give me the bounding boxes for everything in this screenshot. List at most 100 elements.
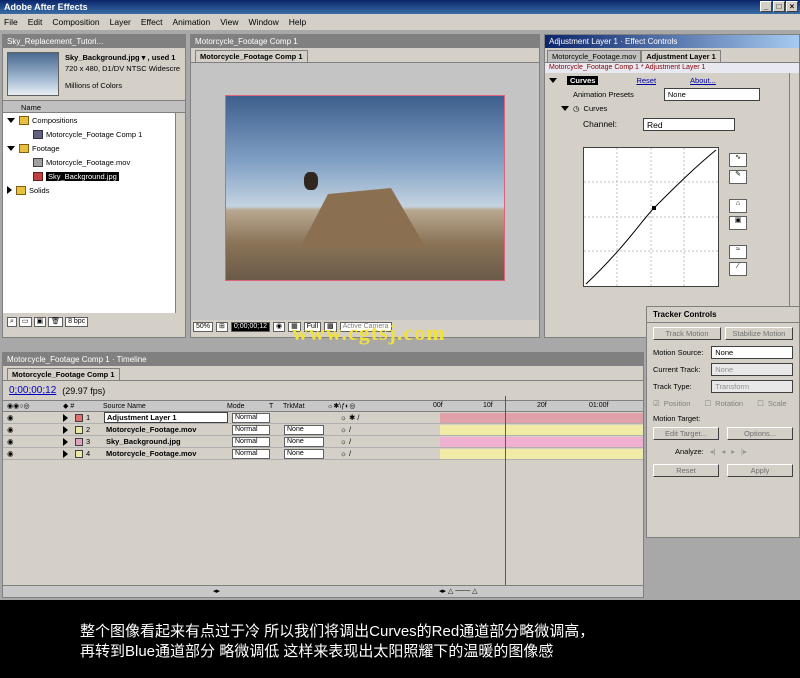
tab-comp[interactable]: Motorcycle_Footage Comp 1 — [195, 50, 308, 62]
file-name[interactable]: Sky_Background.jpg ▾ , used 1 — [65, 52, 180, 63]
scale-checkbox[interactable]: ☐ — [757, 399, 764, 408]
analyze-back-frame-icon[interactable]: ◂| — [710, 447, 716, 456]
label-color[interactable] — [75, 437, 83, 446]
menu-file[interactable]: File — [4, 17, 18, 27]
menu-edit[interactable]: Edit — [28, 17, 43, 27]
analyze-forward-frame-icon[interactable]: |▸ — [741, 447, 747, 456]
curve-tool-icon[interactable]: ∿ — [729, 153, 747, 167]
trkmat-dropdown[interactable]: None — [284, 424, 324, 435]
tab-timeline-comp[interactable]: Motorcycle_Footage Comp 1 — [7, 368, 120, 380]
playhead[interactable] — [505, 396, 506, 596]
motion-source-dropdown[interactable]: None — [711, 346, 793, 359]
disclosure-icon[interactable] — [549, 77, 557, 83]
layer-duration-bar[interactable] — [440, 412, 643, 423]
menu-effect[interactable]: Effect — [141, 17, 163, 27]
tab-motorcycle-footage[interactable]: Motorcycle_Footage.mov — [547, 50, 642, 62]
disclosure-icon[interactable] — [63, 413, 68, 422]
timeline-current-time[interactable]: 0;00;00;12 — [9, 385, 56, 396]
source-name-header[interactable]: Source Name — [103, 403, 227, 410]
track-type-dropdown[interactable]: Transform — [711, 380, 793, 393]
menu-composition[interactable]: Composition — [52, 17, 99, 27]
eye-icon[interactable]: ◉ — [3, 413, 63, 422]
project-scrollbar[interactable] — [175, 113, 185, 313]
layer-duration-bar[interactable] — [440, 424, 643, 435]
layer-switches-icon[interactable]: ☼ ✱ / — [340, 413, 440, 422]
layer-row[interactable]: ◉ 4 Motorcycle_Footage.mov Normal None ☼… — [3, 448, 643, 460]
current-track-dropdown[interactable]: None — [711, 363, 793, 376]
tracker-apply-button[interactable]: Apply — [727, 464, 793, 477]
disclosure-icon[interactable] — [7, 186, 12, 194]
tracker-title[interactable]: Tracker Controls — [647, 307, 799, 323]
menu-window[interactable]: Window — [249, 17, 279, 27]
layer-name[interactable]: Adjustment Layer 1 — [104, 412, 228, 423]
list-item[interactable]: Footage — [3, 141, 185, 155]
trash-icon[interactable]: 🗑 — [48, 317, 64, 327]
menu-help[interactable]: Help — [289, 17, 306, 27]
comp-panel-title[interactable]: Motorcycle_Footage Comp 1 — [191, 35, 539, 48]
analyze-backward-icon[interactable]: ◂ — [722, 447, 726, 456]
mode-dropdown[interactable]: Normal — [232, 424, 270, 435]
analyze-forward-icon[interactable]: ▸ — [731, 447, 735, 456]
label-color[interactable] — [75, 449, 83, 458]
about-link[interactable]: About... — [690, 76, 716, 85]
menu-animation[interactable]: Animation — [172, 17, 210, 27]
save-icon[interactable]: ▣ — [729, 216, 747, 230]
track-motion-button[interactable]: Track Motion — [653, 327, 721, 340]
edit-target-button[interactable]: Edit Target... — [653, 427, 719, 440]
curves-graph[interactable] — [583, 147, 719, 287]
layer-row[interactable]: ◉ 2 Motorcycle_Footage.mov Normal None ☼… — [3, 424, 643, 436]
disclosure-icon[interactable] — [7, 145, 15, 151]
eye-icon[interactable]: ◉ — [3, 437, 63, 446]
open-icon[interactable]: ⌂ — [729, 199, 747, 213]
current-time-display[interactable]: 0;00;00;12 — [230, 322, 270, 332]
layer-name[interactable]: Motorcycle_Footage.mov — [104, 425, 228, 434]
stabilize-motion-button[interactable]: Stabilize Motion — [725, 327, 793, 340]
layer-duration-bar[interactable] — [440, 448, 643, 459]
label-color[interactable] — [75, 425, 83, 434]
position-checkbox[interactable]: ☑ — [653, 399, 660, 408]
timeline-panel-title[interactable]: Motorcycle_Footage Comp 1 · Timeline — [3, 353, 643, 366]
layer-row[interactable]: ◉ 1 Adjustment Layer 1 Normal ☼ ✱ / — [3, 412, 643, 424]
mode-dropdown[interactable]: Normal — [232, 436, 270, 447]
layer-name[interactable]: Sky_Background.jpg — [104, 437, 228, 446]
channel-dropdown[interactable]: Red — [643, 117, 736, 131]
mode-header[interactable]: Mode — [227, 403, 269, 410]
layer-switches-icon[interactable]: ☼ / — [340, 425, 440, 434]
trkmat-dropdown[interactable]: None — [284, 436, 324, 447]
pencil-icon[interactable]: ✎ — [729, 170, 747, 184]
disclosure-icon[interactable] — [561, 105, 569, 111]
layer-row[interactable]: ◉ 3 Sky_Background.jpg Normal None ☼ / — [3, 436, 643, 448]
trkmat-dropdown[interactable]: None — [284, 448, 324, 459]
project-panel-title[interactable]: Sky_Replacement_Tutori... — [3, 35, 185, 48]
reset-link[interactable]: Reset — [636, 76, 656, 85]
mode-dropdown[interactable]: Normal — [232, 412, 270, 423]
list-item[interactable]: Compositions — [3, 113, 185, 127]
layer-switches-icon[interactable]: ☼ / — [340, 437, 440, 446]
mode-dropdown[interactable]: Normal — [232, 448, 270, 459]
effect-scrollbar[interactable] — [789, 73, 799, 343]
menu-view[interactable]: View — [220, 17, 238, 27]
bpc-toggle[interactable]: 8 bpc — [65, 317, 89, 327]
eye-icon[interactable]: ◉ — [3, 449, 63, 458]
reset-curve-icon[interactable]: ⁄ — [729, 262, 747, 276]
close-icon[interactable]: × — [786, 1, 798, 12]
expand-icon[interactable]: ◂▸ — [213, 587, 220, 595]
rotation-checkbox[interactable]: ☐ — [704, 399, 711, 408]
tab-adjustment-layer[interactable]: Adjustment Layer 1 — [641, 50, 721, 62]
effect-name[interactable]: Curves — [567, 75, 599, 85]
menu-layer[interactable]: Layer — [110, 17, 131, 27]
time-ruler[interactable]: 00f 10f 20f 01:00f — [431, 400, 643, 412]
tracker-reset-button[interactable]: Reset — [653, 464, 719, 477]
list-item[interactable]: Solids — [3, 183, 185, 197]
minimize-icon[interactable]: _ — [760, 1, 772, 12]
options-button[interactable]: Options... — [727, 427, 793, 440]
find-icon[interactable]: ⌕ — [7, 317, 17, 327]
disclosure-icon[interactable] — [63, 437, 68, 446]
disclosure-icon[interactable] — [7, 117, 15, 123]
safe-zones-icon[interactable]: ⊞ — [216, 322, 228, 332]
comp-viewer[interactable] — [191, 62, 539, 320]
layer-switches-icon[interactable]: ☼ / — [340, 449, 440, 458]
new-folder-icon[interactable]: ▭ — [18, 317, 32, 327]
trkmat-header[interactable]: TrkMat — [283, 403, 327, 410]
layer-duration-bar[interactable] — [440, 436, 643, 447]
